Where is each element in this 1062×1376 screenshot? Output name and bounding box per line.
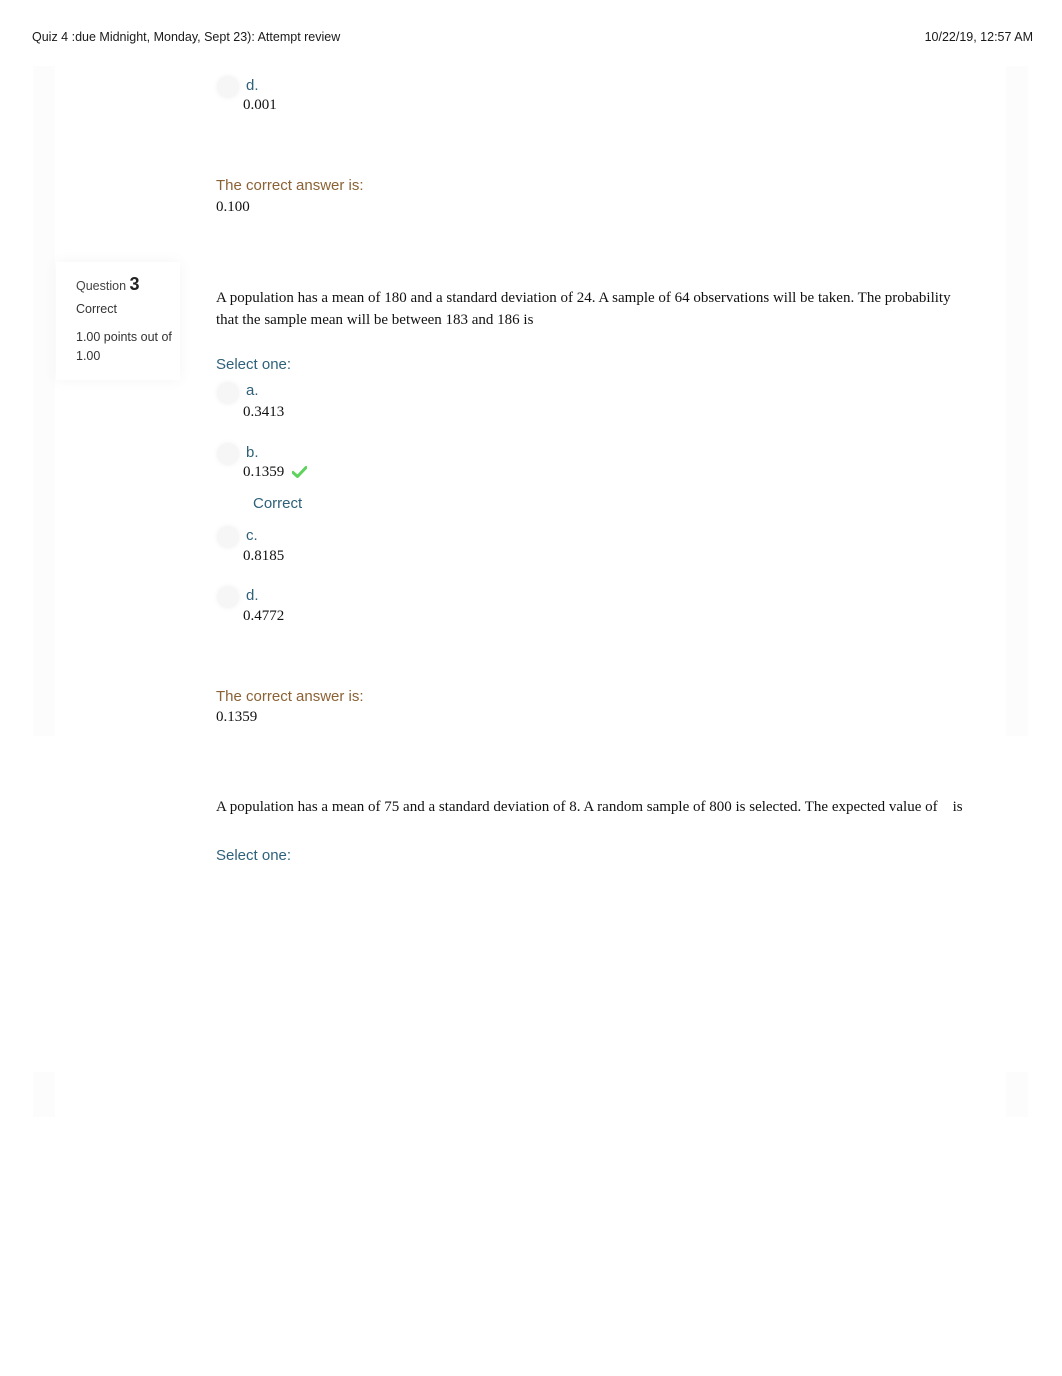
question-number-value: 3 xyxy=(129,274,140,294)
option-feedback: Correct xyxy=(253,495,303,512)
option-value-row: 0.1359 xyxy=(243,463,307,481)
option-letter: d. xyxy=(246,77,259,94)
left-border-strip xyxy=(33,66,55,736)
option-value: 0.8185 xyxy=(243,548,285,564)
option-value: 0.1359 xyxy=(243,464,285,480)
select-one-label: Select one: xyxy=(216,847,292,864)
left-border-strip-lower xyxy=(33,1072,55,1117)
correct-answer-label: The correct answer is: xyxy=(216,177,364,194)
right-border-strip-lower xyxy=(1006,1072,1028,1117)
question-text: A population has a mean of 75 and a stan… xyxy=(216,799,963,815)
question-number: Question 3 xyxy=(76,274,140,295)
question-state: Correct xyxy=(76,302,117,316)
radio-option-a[interactable] xyxy=(217,382,239,404)
correct-answer-value: 0.100 xyxy=(216,199,250,215)
option-value: 0.001 xyxy=(243,97,277,113)
option-letter: b. xyxy=(246,444,259,461)
right-border-strip xyxy=(1006,66,1028,736)
question-label: Question xyxy=(76,279,127,293)
option-value: 0.4772 xyxy=(243,608,285,624)
option-letter: a. xyxy=(246,382,259,399)
correct-answer-label: The correct answer is: xyxy=(216,688,364,705)
radio-option-d[interactable] xyxy=(217,76,239,98)
correct-answer-value: 0.1359 xyxy=(216,709,258,725)
question-grade: 1.00 points out of 1.00 xyxy=(76,330,172,363)
option-value: 0.3413 xyxy=(243,404,285,420)
option-letter: c. xyxy=(246,527,258,544)
radio-option-c[interactable] xyxy=(217,526,239,548)
check-icon xyxy=(291,465,307,478)
timestamp: 10/22/19, 12:57 AM xyxy=(924,30,1033,44)
page-title: Quiz 4 :due Midnight, Monday, Sept 23): … xyxy=(32,30,341,44)
radio-option-b[interactable] xyxy=(217,443,239,465)
select-one-label: Select one: xyxy=(216,356,292,373)
radio-option-d[interactable] xyxy=(217,586,239,608)
question-text: A population has a mean of 180 and a sta… xyxy=(216,290,951,328)
option-letter: d. xyxy=(246,587,259,604)
